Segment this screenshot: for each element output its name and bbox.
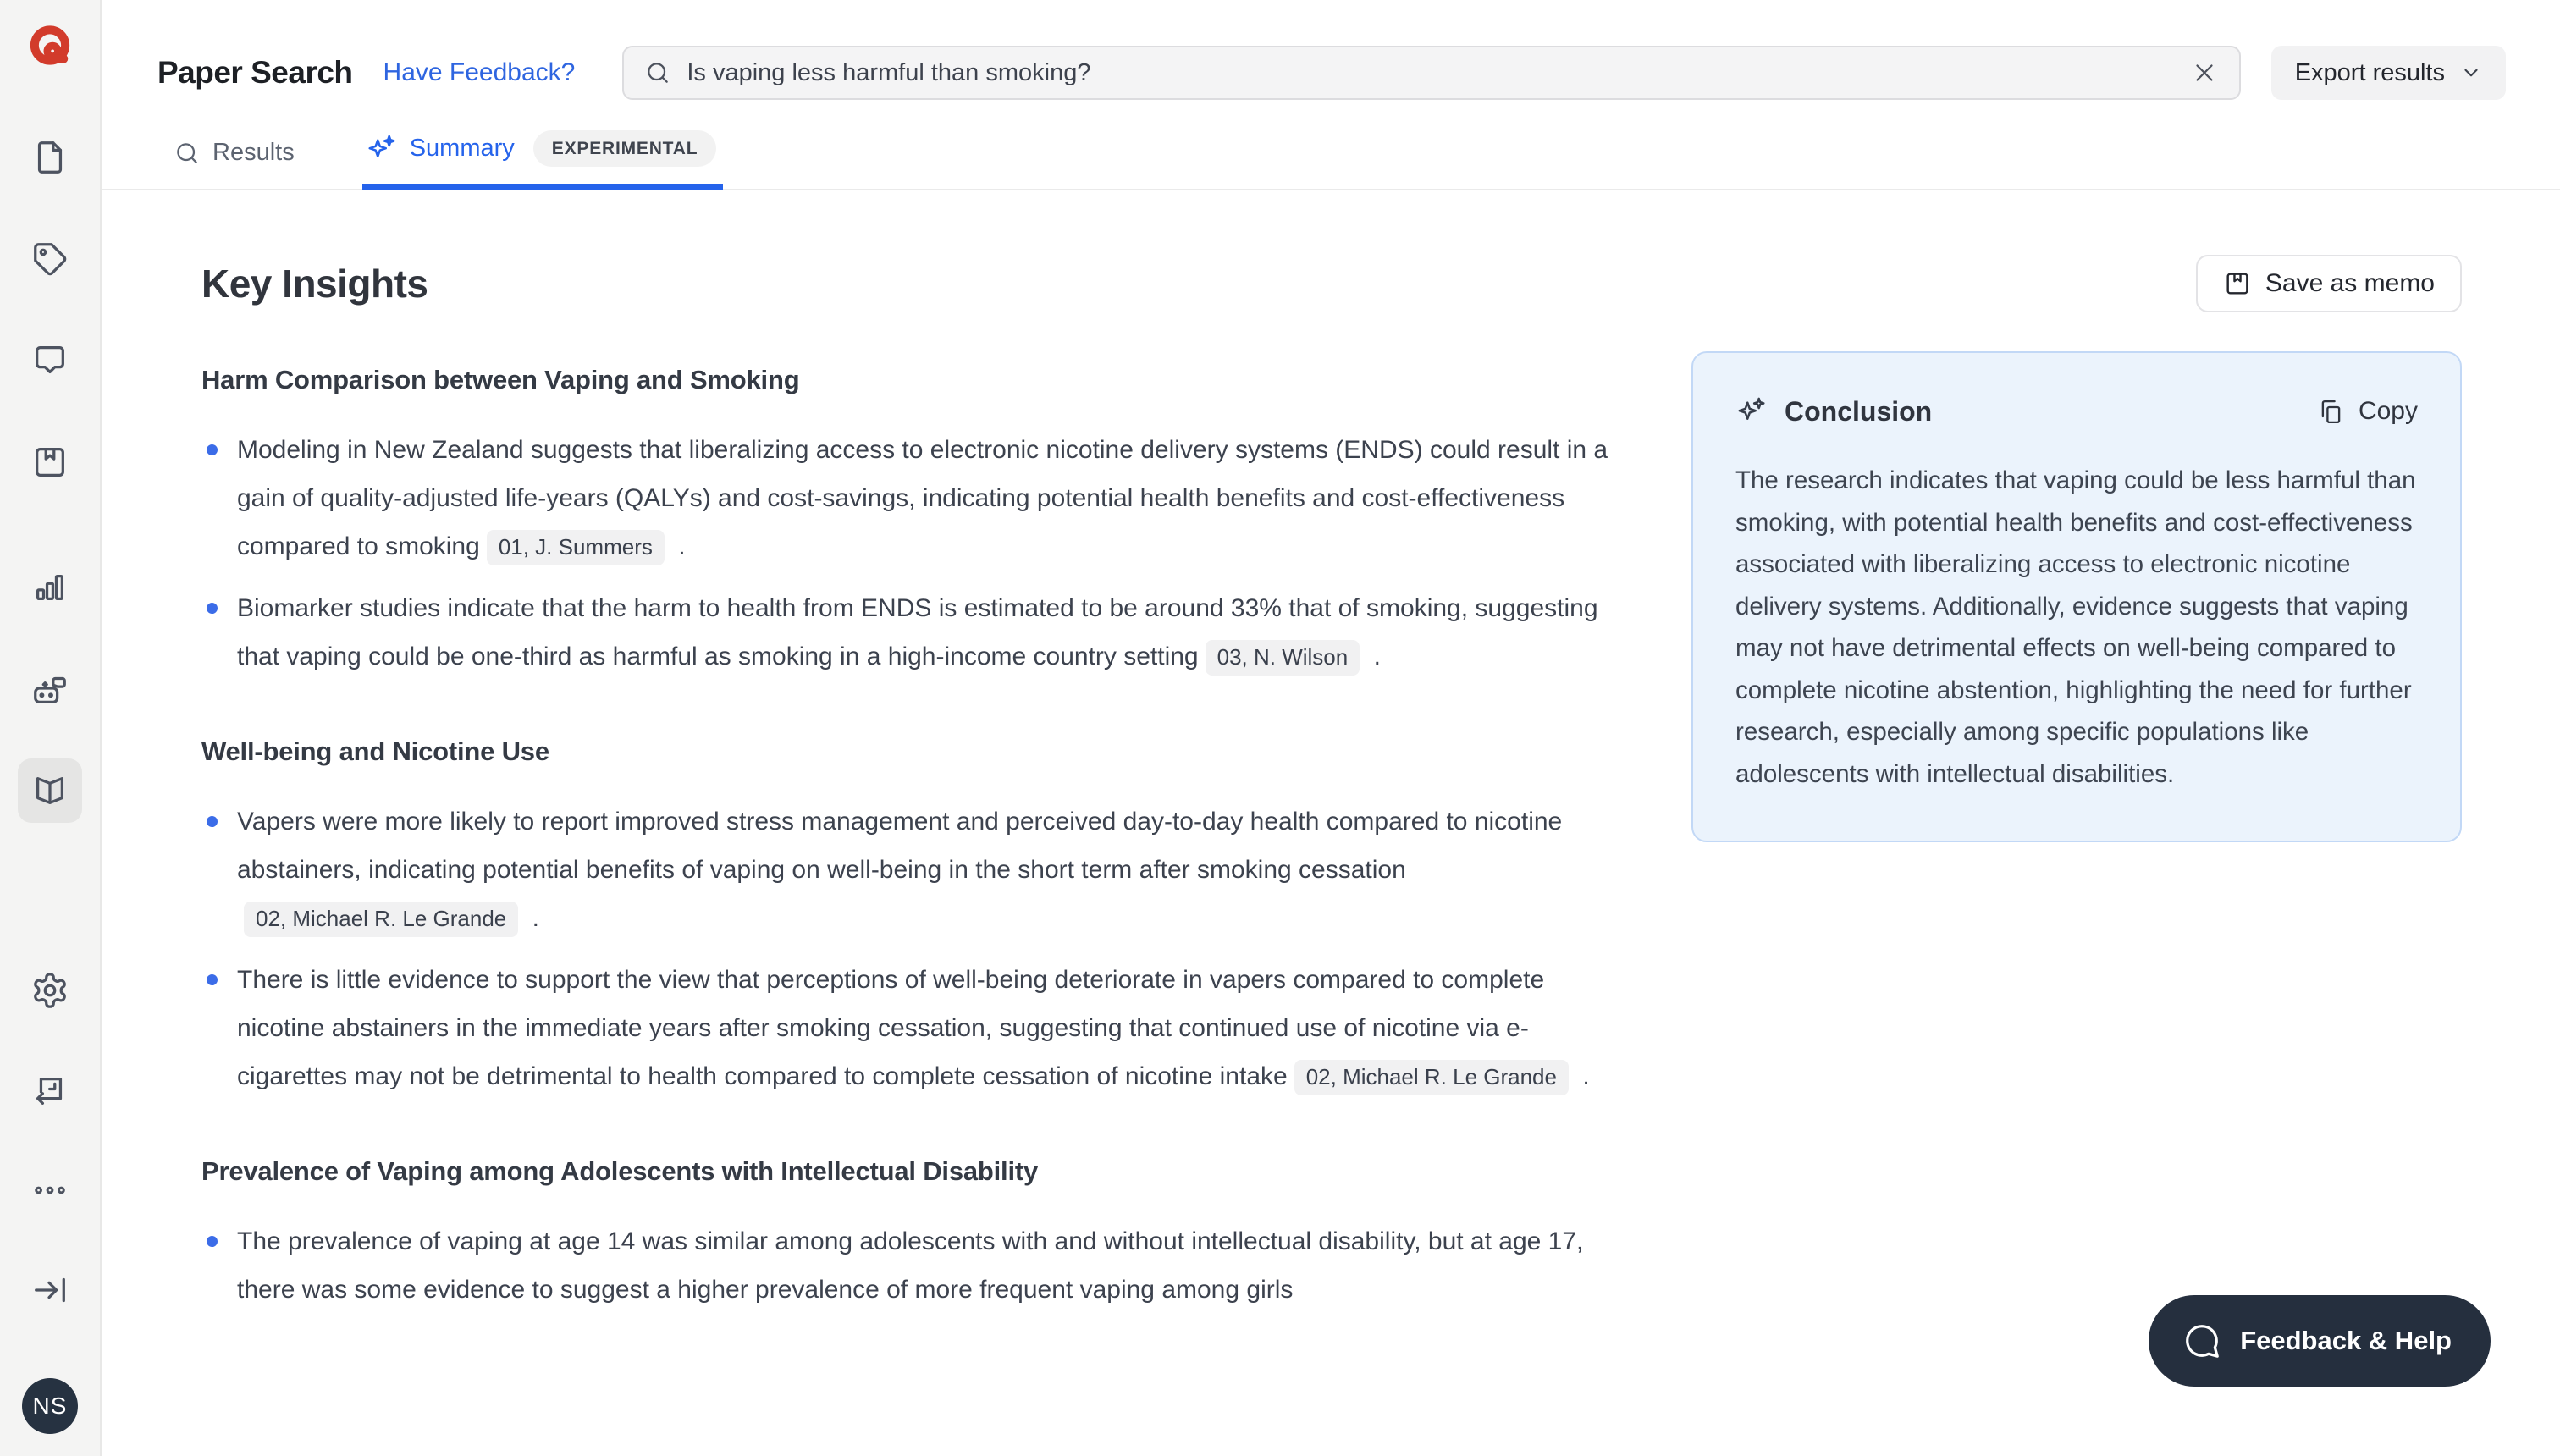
avatar[interactable]: NS [22,1378,78,1434]
content-body: Harm Comparison between Vaping and Smoki… [201,351,2462,1370]
list-item: Biomarker studies indicate that the harm… [201,584,1617,681]
list-item: The prevalence of vaping at age 14 was s… [201,1217,1617,1314]
search-icon [174,140,201,167]
history-icon[interactable] [18,1058,82,1122]
bullet-text: The prevalence of vaping at age 14 was s… [237,1227,1583,1304]
tab-summary[interactable]: Summary EXPERIMENTAL [366,130,717,189]
bookmark-icon [2223,269,2252,298]
sidebar: NS [0,0,102,1456]
bullet-text: . [1366,643,1381,670]
tab-bar: Results Summary EXPERIMENTAL [102,130,2560,190]
tab-results[interactable]: Results [174,139,295,189]
content-header: Key Insights Save as memo [201,255,2462,312]
citation-chip[interactable]: 01, J. Summers [487,530,665,565]
tab-summary-label: Summary [410,135,515,163]
app-logo-icon[interactable] [25,22,75,73]
open-book-icon[interactable] [18,758,82,823]
bar-chart-icon[interactable] [18,555,82,620]
bullet-text: . [1575,1062,1590,1090]
more-icon[interactable] [18,1158,82,1222]
section-prevalence: Prevalence of Vaping among Adolescents w… [201,1156,1617,1314]
chat-bubble-icon [2182,1321,2221,1360]
conclusion-card: Conclusion Copy The research indicates t… [1691,351,2462,842]
key-insights-heading: Key Insights [201,261,428,306]
robot-assistant-icon[interactable] [18,657,82,721]
file-icon[interactable] [18,125,82,190]
bullet-text: . [525,904,539,932]
section-heading: Well-being and Nicotine Use [201,736,1617,767]
copy-label: Copy [2359,397,2418,426]
citation-chip[interactable]: 02, Michael R. Le Grande [244,902,518,937]
bookmark-icon[interactable] [18,430,82,494]
section-well-being: Well-being and Nicotine Use Vapers were … [201,736,1617,1100]
topbar: Paper Search Have Feedback? Export resul… [102,0,2560,100]
main-area: Paper Search Have Feedback? Export resul… [102,0,2560,1456]
list-item: Modeling in New Zealand suggests that li… [201,426,1617,571]
content: Key Insights Save as memo Harm Compariso… [102,190,2560,1456]
copy-icon [2317,398,2345,426]
sidebar-nav [18,125,82,823]
export-results-button[interactable]: Export results [2271,46,2506,100]
bullet-text: Modeling in New Zealand suggests that li… [237,436,1608,560]
gear-icon[interactable] [18,958,82,1023]
have-feedback-link[interactable]: Have Feedback? [383,58,576,87]
app-window: NS Paper Search Have Feedback? Export re… [0,0,2560,1456]
search-input[interactable] [687,59,2189,87]
conclusion-body: The research indicates that vaping could… [1735,460,2418,795]
avatar-initials: NS [33,1393,68,1420]
export-results-label: Export results [2295,59,2445,87]
conclusion-title: Conclusion [1785,396,1932,427]
experimental-badge: EXPERIMENTAL [533,130,717,167]
feedback-help-label: Feedback & Help [2240,1326,2452,1356]
sparkles-icon [1735,395,1768,427]
section-heading: Prevalence of Vaping among Adolescents w… [201,1156,1617,1187]
feedback-help-button[interactable]: Feedback & Help [2149,1295,2491,1387]
conclusion-header: Conclusion Copy [1735,395,2418,427]
sparkles-icon [366,133,398,165]
search-icon [644,59,671,86]
tab-results-label: Results [212,139,295,167]
page-title: Paper Search [157,55,353,91]
citation-chip[interactable]: 02, Michael R. Le Grande [1294,1060,1569,1095]
collapse-icon[interactable] [18,1258,82,1322]
save-as-memo-button[interactable]: Save as memo [2196,255,2462,312]
section-heading: Harm Comparison between Vaping and Smoki… [201,365,1617,395]
list-item: Vapers were more likely to report improv… [201,797,1617,942]
comment-icon[interactable] [18,328,82,393]
insight-sections: Harm Comparison between Vaping and Smoki… [201,351,1617,1370]
bullet-text: Biomarker studies indicate that the harm… [237,594,1598,670]
chevron-down-icon [2460,62,2482,84]
tag-icon[interactable] [18,227,82,291]
section-harm-comparison: Harm Comparison between Vaping and Smoki… [201,365,1617,681]
list-item: There is little evidence to support the … [201,956,1617,1100]
copy-button[interactable]: Copy [2317,397,2418,426]
save-as-memo-label: Save as memo [2265,269,2435,298]
close-icon[interactable] [2190,58,2219,87]
bullet-text: Vapers were more likely to report improv… [237,808,1562,884]
sidebar-bottom: NS [18,958,82,1456]
bullet-text: . [671,532,686,560]
search-bar[interactable] [622,46,2240,100]
citation-chip[interactable]: 03, N. Wilson [1206,640,1360,676]
